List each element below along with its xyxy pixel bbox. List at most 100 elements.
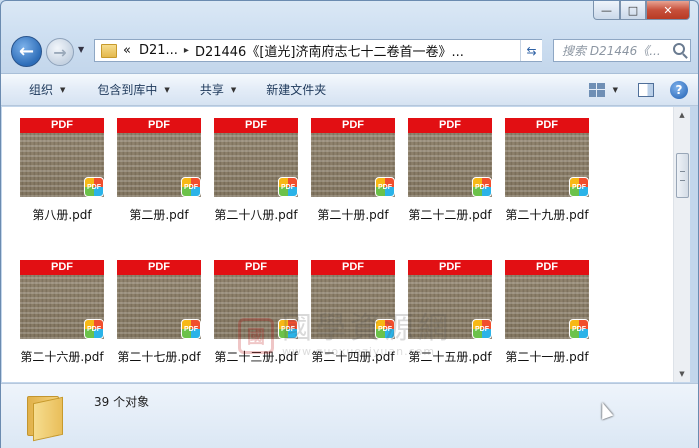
- file-item[interactable]: PDF PDF 第二十六册.pdf: [14, 260, 110, 365]
- chevron-down-icon: ▼: [78, 45, 85, 54]
- toolbar-right: ▼ ?: [588, 74, 698, 105]
- pdf-banner: PDF: [20, 118, 104, 133]
- close-button[interactable]: ✕: [646, 1, 690, 20]
- dropdown-arrow-icon: ▼: [164, 85, 170, 94]
- file-item[interactable]: PDF PDF 第二册.pdf: [111, 118, 207, 223]
- breadcrumb-overflow[interactable]: «: [123, 43, 131, 58]
- pdf-banner: PDF: [214, 260, 298, 275]
- file-name: 第二十六册.pdf: [20, 350, 104, 364]
- command-bar: 组织 ▼ 包含到库中 ▼ 共享 ▼ 新建文件夹 ▼ ?: [1, 73, 698, 106]
- file-item[interactable]: PDF PDF 第二十四册.pdf: [305, 260, 401, 365]
- pdf-thumbnail: PDF PDF: [20, 118, 104, 200]
- pdf-app-icon: PDF: [181, 319, 201, 339]
- file-item[interactable]: PDF PDF 第二十五册.pdf: [402, 260, 498, 365]
- file-name: 第二十五册.pdf: [408, 350, 492, 364]
- file-item[interactable]: PDF PDF 第二十三册.pdf: [208, 260, 304, 365]
- pdf-app-icon: PDF: [472, 319, 492, 339]
- breadcrumb-segment[interactable]: D21...: [139, 43, 178, 58]
- arrow-left-icon: ←: [18, 41, 35, 62]
- pdf-thumbnail: PDF PDF: [20, 260, 104, 342]
- pdf-thumbnail: PDF PDF: [505, 118, 589, 200]
- file-name: 第二十一册.pdf: [505, 350, 589, 364]
- vertical-scrollbar[interactable]: ▲ ▼: [673, 107, 690, 382]
- minimize-button[interactable]: —: [593, 1, 620, 20]
- search-icon[interactable]: [673, 43, 685, 55]
- pdf-thumbnail: PDF PDF: [117, 118, 201, 200]
- file-list[interactable]: PDF PDF 第八册.pdf PDF PDF 第二册.pdf PDF PDF 第二十八册.pd…: [2, 107, 673, 382]
- pdf-app-icon: PDF: [569, 177, 589, 197]
- scroll-down-icon[interactable]: ▼: [674, 366, 690, 382]
- share-menu[interactable]: 共享 ▼: [200, 81, 236, 98]
- refresh-button[interactable]: ⇆: [520, 40, 542, 61]
- preview-pane-icon[interactable]: [638, 82, 654, 97]
- item-count: 39 个对象: [94, 395, 150, 409]
- back-button[interactable]: ←: [11, 36, 42, 67]
- file-item[interactable]: PDF PDF 第二十册.pdf: [305, 118, 401, 223]
- pdf-banner: PDF: [505, 118, 589, 133]
- pdf-app-icon: PDF: [569, 319, 589, 339]
- scroll-thumb[interactable]: [676, 153, 689, 198]
- explorer-window: — □ ✕ ← → ▼ « D21... ▸ D21446《[道光]济南府志七十…: [0, 0, 699, 448]
- forward-button[interactable]: →: [46, 38, 74, 66]
- include-in-library-label: 包含到库中: [97, 83, 158, 97]
- file-item[interactable]: PDF PDF 第八册.pdf: [14, 118, 110, 223]
- pdf-app-icon: PDF: [84, 177, 104, 197]
- file-name: 第二十二册.pdf: [408, 208, 492, 222]
- recent-pages-dropdown[interactable]: ▼: [78, 45, 88, 57]
- organize-label: 组织: [29, 83, 54, 97]
- file-item[interactable]: PDF PDF 第二十一册.pdf: [499, 260, 595, 365]
- include-in-library-menu[interactable]: 包含到库中 ▼: [97, 81, 169, 98]
- file-name: 第二十八册.pdf: [214, 208, 298, 222]
- details-pane: 39 个对象: [1, 383, 698, 448]
- pdf-thumbnail: PDF PDF: [311, 260, 395, 342]
- pdf-app-icon: PDF: [472, 177, 492, 197]
- folder-icon: [101, 43, 117, 58]
- pdf-thumbnail: PDF PDF: [505, 260, 589, 342]
- organize-menu[interactable]: 组织 ▼: [29, 81, 65, 98]
- new-folder-label: 新建文件夹: [266, 83, 327, 97]
- pdf-app-icon: PDF: [84, 319, 104, 339]
- pdf-banner: PDF: [20, 260, 104, 275]
- file-name: 第二十七册.pdf: [117, 350, 201, 364]
- pdf-banner: PDF: [408, 260, 492, 275]
- caption-buttons: — □ ✕: [593, 1, 690, 20]
- pdf-banner: PDF: [214, 118, 298, 133]
- pdf-banner: PDF: [117, 260, 201, 275]
- pdf-banner: PDF: [505, 260, 589, 275]
- pdf-thumbnail: PDF PDF: [117, 260, 201, 342]
- view-dropdown-icon[interactable]: ▼: [613, 86, 618, 94]
- pdf-thumbnail: PDF PDF: [408, 118, 492, 200]
- file-item[interactable]: PDF PDF 第二十七册.pdf: [111, 260, 207, 365]
- pdf-banner: PDF: [311, 118, 395, 133]
- refresh-icon: ⇆: [526, 43, 537, 58]
- pdf-app-icon: PDF: [278, 319, 298, 339]
- arrow-right-icon: →: [53, 42, 67, 62]
- search-input[interactable]: 搜索 D21446《...: [553, 39, 691, 62]
- dropdown-arrow-icon: ▼: [60, 85, 66, 94]
- maximize-button[interactable]: □: [620, 1, 646, 20]
- file-item[interactable]: PDF PDF 第二十二册.pdf: [402, 118, 498, 223]
- view-options-icon[interactable]: [588, 82, 605, 97]
- help-icon[interactable]: ?: [670, 80, 688, 99]
- chevron-right-icon[interactable]: ▸: [184, 45, 189, 56]
- file-name: 第二十册.pdf: [317, 208, 389, 222]
- file-name: 第二十三册.pdf: [214, 350, 298, 364]
- dropdown-arrow-icon: ▼: [230, 85, 237, 94]
- breadcrumb-current[interactable]: D21446《[道光]济南府志七十二卷首一卷》...: [195, 41, 464, 60]
- pdf-app-icon: PDF: [375, 177, 395, 197]
- pdf-app-icon: PDF: [278, 177, 298, 197]
- pdf-banner: PDF: [117, 118, 201, 133]
- file-item[interactable]: PDF PDF 第二十九册.pdf: [499, 118, 595, 223]
- pdf-thumbnail: PDF PDF: [408, 260, 492, 342]
- file-name: 第八册.pdf: [32, 208, 92, 222]
- pdf-thumbnail: PDF PDF: [214, 118, 298, 200]
- share-label: 共享: [199, 83, 224, 97]
- scroll-up-icon[interactable]: ▲: [674, 107, 690, 123]
- pdf-banner: PDF: [311, 260, 395, 275]
- address-bar[interactable]: « D21... ▸ D21446《[道光]济南府志七十二卷首一卷》... ▼: [94, 39, 542, 62]
- search-placeholder: 搜索 D21446《...: [562, 44, 661, 58]
- new-folder-button[interactable]: 新建文件夹: [266, 81, 326, 98]
- pdf-thumbnail: PDF PDF: [311, 118, 395, 200]
- file-item[interactable]: PDF PDF 第二十八册.pdf: [208, 118, 304, 223]
- file-name: 第二册.pdf: [129, 208, 189, 222]
